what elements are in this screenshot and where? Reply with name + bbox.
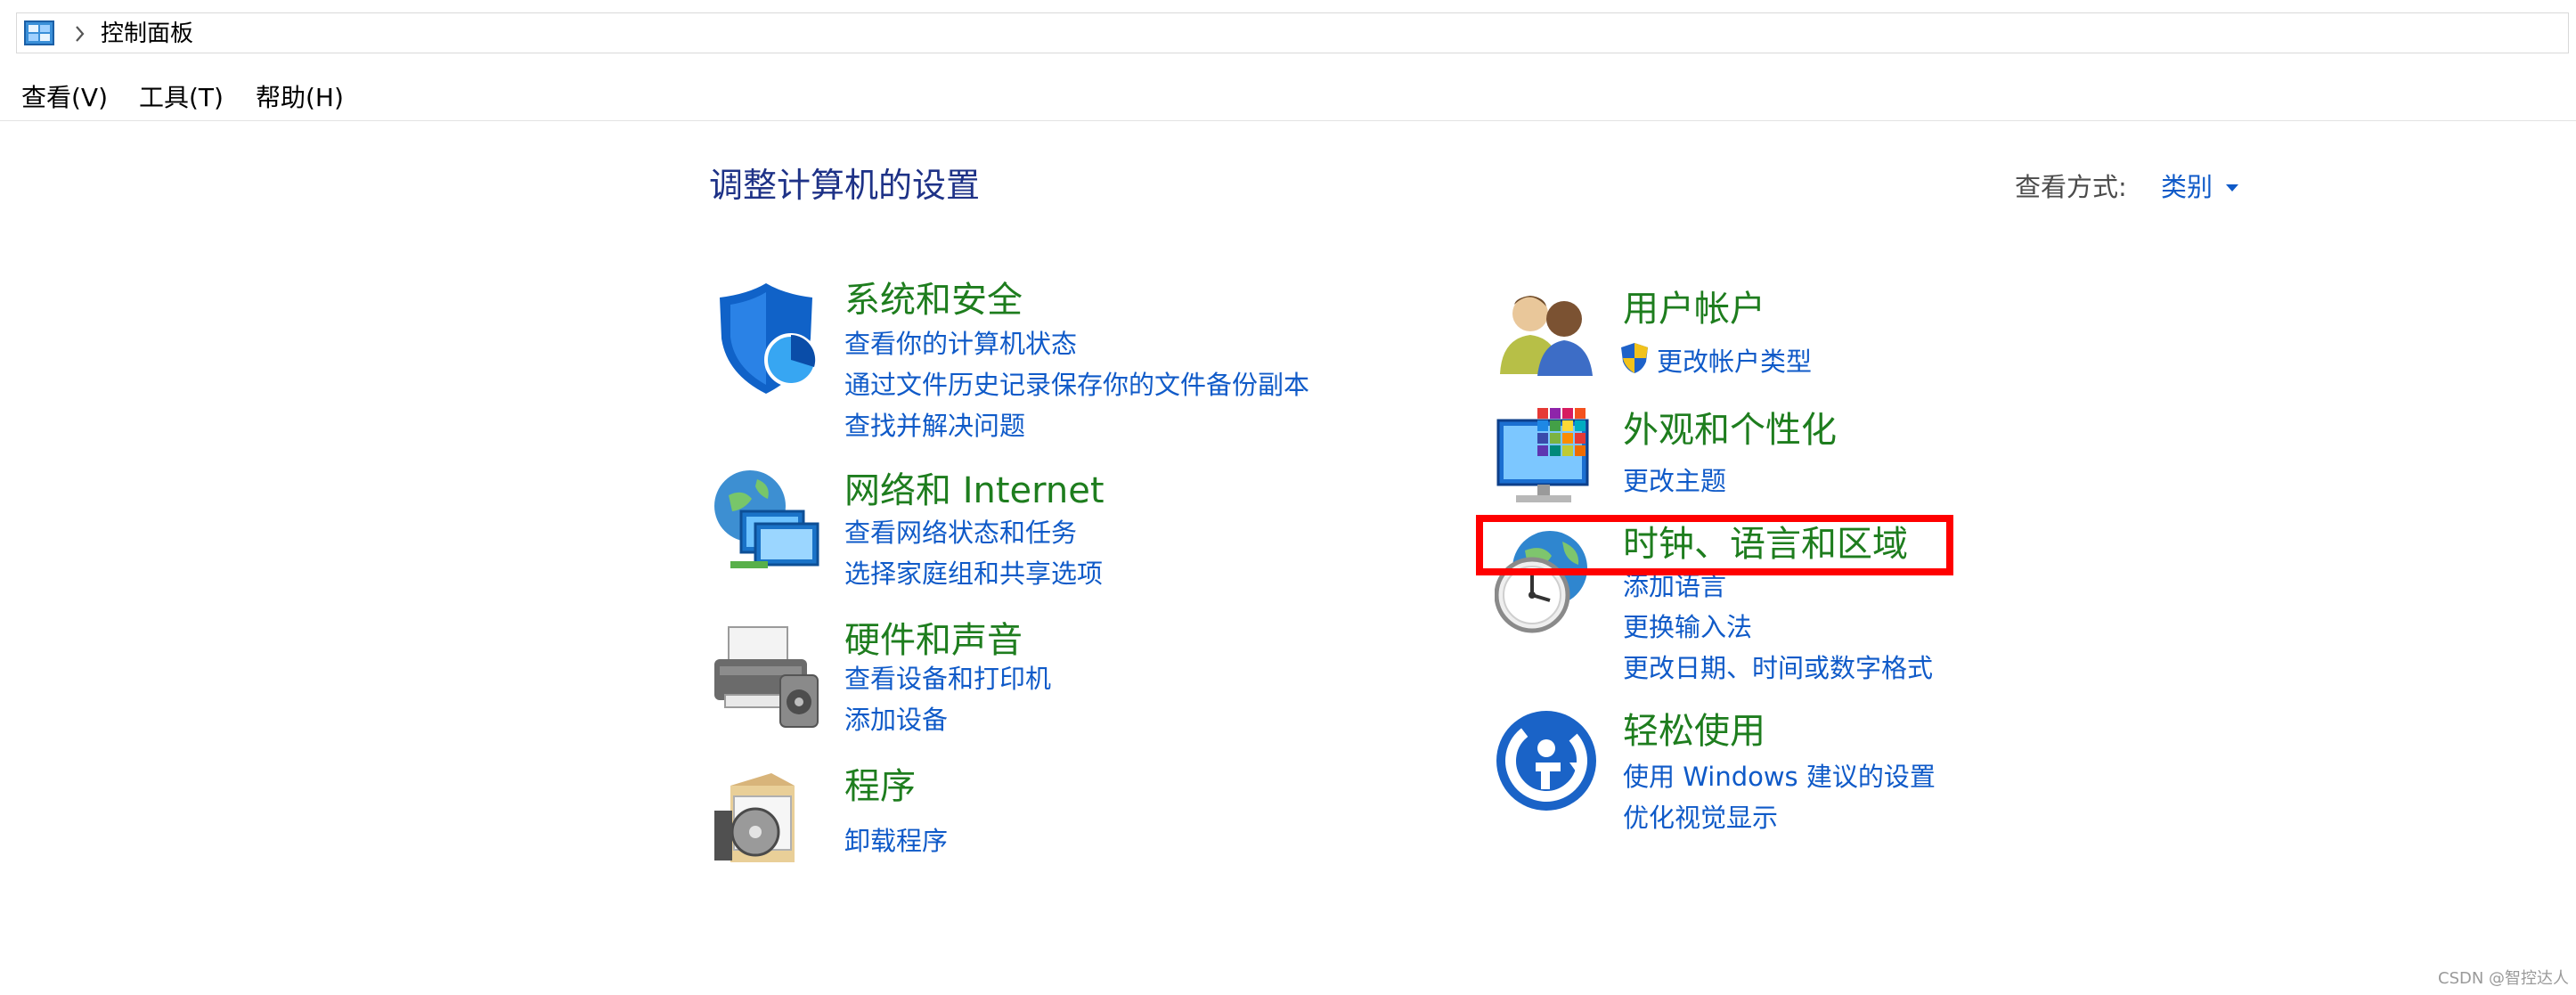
link-troubleshoot[interactable]: 查找并解决问题 — [844, 408, 1025, 444]
category-title-ease-of-access[interactable]: 轻松使用 — [1623, 707, 1765, 755]
menu-bar: 查看(V) 工具(T) 帮助(H) — [0, 77, 2576, 121]
category-title-appearance[interactable]: 外观和个性化 — [1623, 406, 1837, 454]
shield-icon — [720, 283, 818, 394]
control-panel-icon — [24, 20, 54, 45]
chevron-right-icon[interactable] — [72, 22, 88, 45]
users-icon — [1500, 296, 1593, 376]
link-change-account-type[interactable]: 更改帐户类型 — [1657, 344, 1812, 379]
highlight-box — [1476, 515, 1953, 575]
uac-shield-icon — [1621, 343, 1648, 373]
category-title-user-accounts[interactable]: 用户帐户 — [1623, 285, 1765, 333]
link-network-status-tasks[interactable]: 查看网络状态和任务 — [844, 515, 1077, 551]
network-globe-icon — [714, 470, 819, 568]
link-change-theme[interactable]: 更改主题 — [1623, 463, 1726, 499]
link-change-input-method[interactable]: 更换输入法 — [1623, 609, 1752, 645]
category-title-hardware-sound[interactable]: 硬件和声音 — [844, 616, 1023, 665]
printer-icon — [714, 626, 819, 728]
ease-of-access-icon — [1496, 711, 1596, 811]
link-optimize-visual-display[interactable]: 优化视觉显示 — [1623, 800, 1778, 836]
category-hardware-sound: 硬件和声音 查看设备和打印机 添加设备 — [713, 620, 1354, 748]
page-title: 调整计算机的设置 — [709, 166, 981, 205]
menu-view[interactable]: 查看(V) — [21, 82, 108, 114]
breadcrumb-control-panel[interactable]: 控制面板 — [101, 19, 193, 49]
category-programs: 程序 卸载程序 — [713, 766, 1354, 868]
category-network-internet: 网络和 Internet 查看网络状态和任务 选择家庭组和共享选项 — [713, 469, 1354, 593]
link-homegroup-sharing[interactable]: 选择家庭组和共享选项 — [844, 556, 1103, 591]
appearance-monitor-icon — [1496, 408, 1589, 502]
category-title-system-security[interactable]: 系统和安全 — [844, 276, 1023, 324]
link-devices-printers[interactable]: 查看设备和打印机 — [844, 661, 1051, 697]
category-appearance: 外观和个性化 更改主题 — [1495, 406, 2118, 513]
category-title-programs[interactable]: 程序 — [844, 763, 916, 811]
address-bar[interactable]: 控制面板 — [16, 12, 2569, 53]
menu-tools[interactable]: 工具(T) — [139, 82, 224, 114]
caret-down-icon[interactable] — [2225, 184, 2239, 192]
link-file-history-backup[interactable]: 通过文件历史记录保存你的文件备份副本 — [844, 367, 1309, 403]
view-by-label: 查看方式: — [2015, 172, 2127, 202]
category-ease-of-access: 轻松使用 使用 Windows 建议的设置 优化视觉显示 — [1495, 709, 2118, 834]
link-view-computer-status[interactable]: 查看你的计算机状态 — [844, 326, 1077, 362]
category-title-network-internet[interactable]: 网络和 Internet — [844, 467, 1105, 515]
programs-disc-icon — [714, 773, 795, 862]
view-by-dropdown[interactable]: 类别 — [2161, 169, 2213, 205]
menu-help[interactable]: 帮助(H) — [256, 82, 344, 114]
link-recommended-settings[interactable]: 使用 Windows 建议的设置 — [1623, 759, 1936, 795]
link-change-date-time-format[interactable]: 更改日期、时间或数字格式 — [1623, 650, 1933, 686]
category-system-security: 系统和安全 查看你的计算机状态 通过文件历史记录保存你的文件备份副本 查找并解决… — [713, 280, 1354, 451]
category-user-accounts: 用户帐户 更改帐户类型 — [1495, 289, 2118, 387]
watermark: CSDN @智控达人 — [2438, 969, 2570, 988]
link-uninstall-program[interactable]: 卸载程序 — [844, 823, 948, 859]
link-add-device[interactable]: 添加设备 — [844, 702, 948, 738]
